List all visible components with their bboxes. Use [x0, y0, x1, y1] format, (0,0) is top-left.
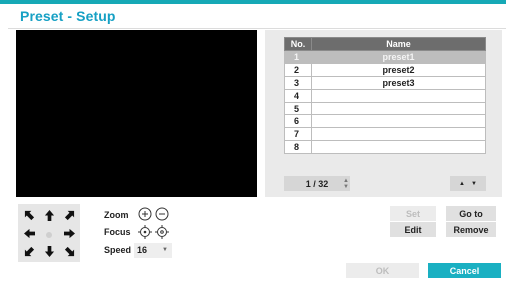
arrow-right-icon[interactable]: [60, 225, 78, 241]
page-nav-buttons: ▲ ▼: [450, 176, 486, 191]
table-row[interactable]: 6: [284, 114, 486, 129]
preset-name: [311, 140, 486, 155]
video-preview: [16, 30, 257, 197]
preset-number: 3: [284, 75, 312, 90]
preset-name: preset2: [311, 62, 486, 77]
focus-far-icon[interactable]: [155, 225, 169, 239]
ok-button[interactable]: OK: [346, 263, 419, 278]
preset-number: 1: [284, 50, 312, 64]
zoom-out-icon[interactable]: [155, 207, 169, 221]
preset-name: [311, 127, 486, 142]
cancel-button[interactable]: Cancel: [428, 263, 501, 278]
preset-number: 2: [284, 62, 312, 77]
preset-name: preset3: [311, 75, 486, 90]
preset-number: 8: [284, 140, 312, 155]
table-row[interactable]: 7: [284, 127, 486, 142]
top-accent-bar: [0, 0, 506, 4]
page-spinner[interactable]: ▲ ▼: [340, 176, 352, 191]
zoom-label: Zoom: [104, 210, 129, 220]
title-divider: [8, 28, 506, 29]
page-down-icon[interactable]: ▼: [471, 181, 477, 187]
focus-near-icon[interactable]: [138, 225, 152, 239]
table-row[interactable]: 5: [284, 101, 486, 116]
ptz-direction-pad: [18, 204, 80, 262]
spinner-down-icon[interactable]: ▼: [343, 184, 349, 190]
table-row[interactable]: 8: [284, 140, 486, 155]
preset-number: 6: [284, 114, 312, 129]
arrow-up-right-icon[interactable]: [60, 207, 78, 223]
preset-name: [311, 114, 486, 129]
table-row[interactable]: 4: [284, 88, 486, 103]
preset-number: 5: [284, 101, 312, 116]
arrow-down-left-icon[interactable]: [20, 243, 38, 259]
table-row[interactable]: 2 preset2: [284, 62, 486, 77]
preset-name: preset1: [311, 50, 486, 64]
set-button[interactable]: Set: [390, 206, 436, 221]
preset-number: 4: [284, 88, 312, 103]
table-row[interactable]: 3 preset3: [284, 75, 486, 90]
speed-select[interactable]: 16 ▼: [134, 243, 172, 258]
table-row[interactable]: 1 preset1: [284, 50, 486, 64]
focus-label: Focus: [104, 227, 131, 237]
arrow-down-right-icon[interactable]: [60, 243, 78, 259]
arrow-up-icon[interactable]: [40, 207, 58, 223]
center-dot-icon[interactable]: [46, 232, 52, 238]
speed-value: 16: [137, 245, 148, 255]
preset-name: [311, 88, 486, 103]
column-header-no: No.: [284, 37, 312, 51]
preset-name: [311, 101, 486, 116]
page-up-icon[interactable]: ▲: [459, 181, 465, 187]
goto-button[interactable]: Go to: [446, 206, 496, 221]
zoom-in-icon[interactable]: [138, 207, 152, 221]
arrow-down-icon[interactable]: [40, 243, 58, 259]
preset-table: No. Name 1 preset1 2 preset2 3 preset3 4…: [284, 37, 486, 155]
arrow-up-left-icon[interactable]: [20, 207, 38, 223]
speed-label: Speed: [104, 245, 132, 255]
arrow-left-icon[interactable]: [20, 225, 38, 241]
dialog-title: Preset - Setup: [20, 8, 116, 24]
preset-number: 7: [284, 127, 312, 142]
edit-button[interactable]: Edit: [390, 222, 436, 237]
remove-button[interactable]: Remove: [446, 222, 496, 237]
chevron-down-icon: ▼: [162, 247, 168, 253]
column-header-name: Name: [311, 37, 486, 51]
